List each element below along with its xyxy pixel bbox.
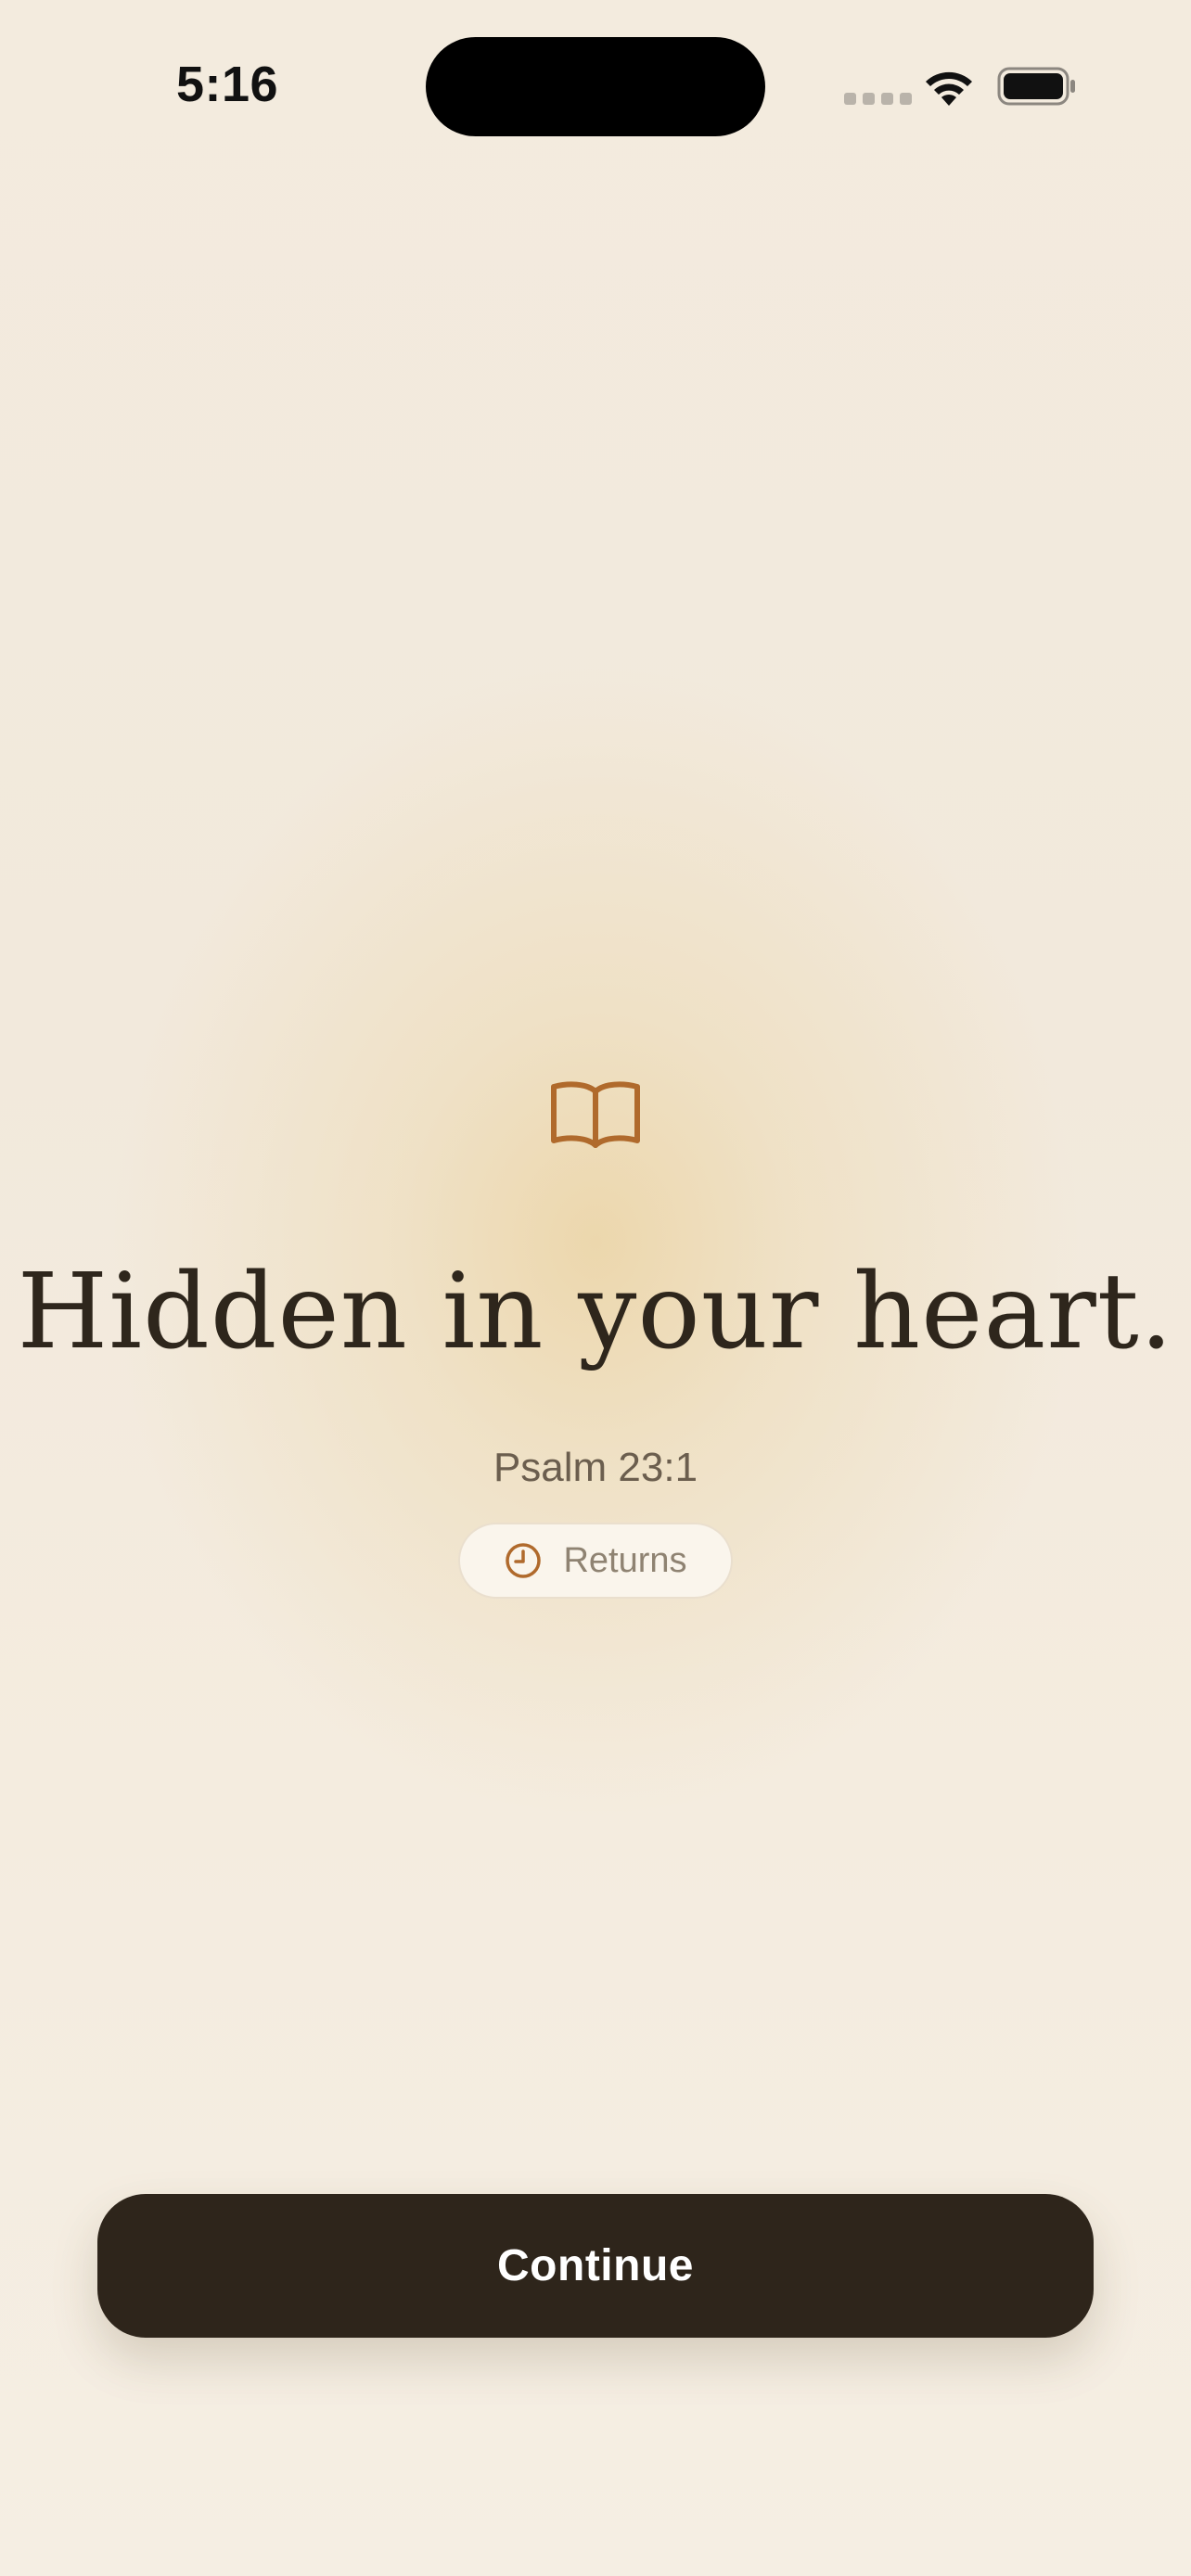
clock-icon bbox=[506, 1543, 542, 1578]
returns-pill[interactable]: Returns bbox=[458, 1523, 733, 1599]
dynamic-island bbox=[426, 37, 765, 136]
page-title: Hidden in your heart. bbox=[17, 1252, 1174, 1372]
status-time: 5:16 bbox=[176, 57, 279, 112]
continue-button[interactable]: Continue bbox=[97, 2194, 1094, 2338]
open-book-icon bbox=[551, 1081, 640, 1148]
cellular-signal-icon bbox=[844, 93, 912, 105]
wifi-icon bbox=[926, 71, 972, 106]
returns-pill-label: Returns bbox=[563, 1540, 687, 1580]
battery-icon bbox=[997, 67, 1075, 106]
screen: 5:16 Hidden in your heart. Psalm 23:1 Re… bbox=[0, 0, 1191, 2576]
scripture-reference: Psalm 23:1 bbox=[493, 1445, 698, 1490]
